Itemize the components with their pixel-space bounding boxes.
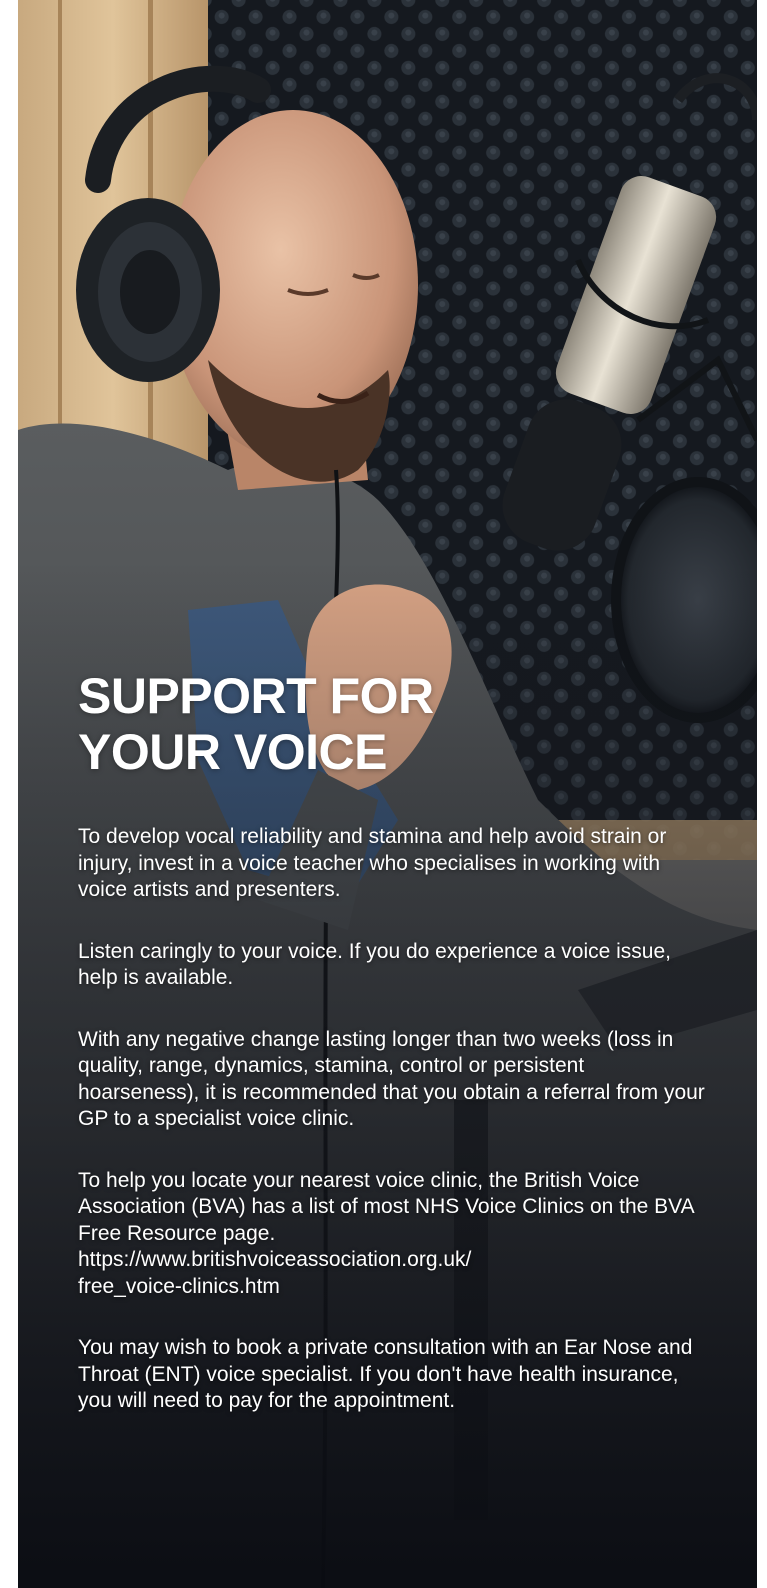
page-title: SUPPORT FOR YOUR VOICE	[78, 668, 434, 780]
hero-panel: SUPPORT FOR YOUR VOICE To develop vocal …	[18, 0, 757, 1588]
paragraph-bva-clinics: To help you locate your nearest voice cl…	[78, 1168, 694, 1298]
paragraph-voice-teacher: To develop vocal reliability and stamina…	[78, 825, 667, 901]
paragraph-private-consultation: You may wish to book a private consultat…	[78, 1336, 693, 1412]
paragraph-gp-referral: With any negative change lasting longer …	[78, 1027, 705, 1131]
content-block: SUPPORT FOR YOUR VOICE To develop vocal …	[78, 668, 708, 1450]
paragraph-listen-caringly: Listen caringly to your voice. If you do…	[78, 939, 671, 990]
page: SUPPORT FOR YOUR VOICE To develop vocal …	[0, 0, 767, 1588]
